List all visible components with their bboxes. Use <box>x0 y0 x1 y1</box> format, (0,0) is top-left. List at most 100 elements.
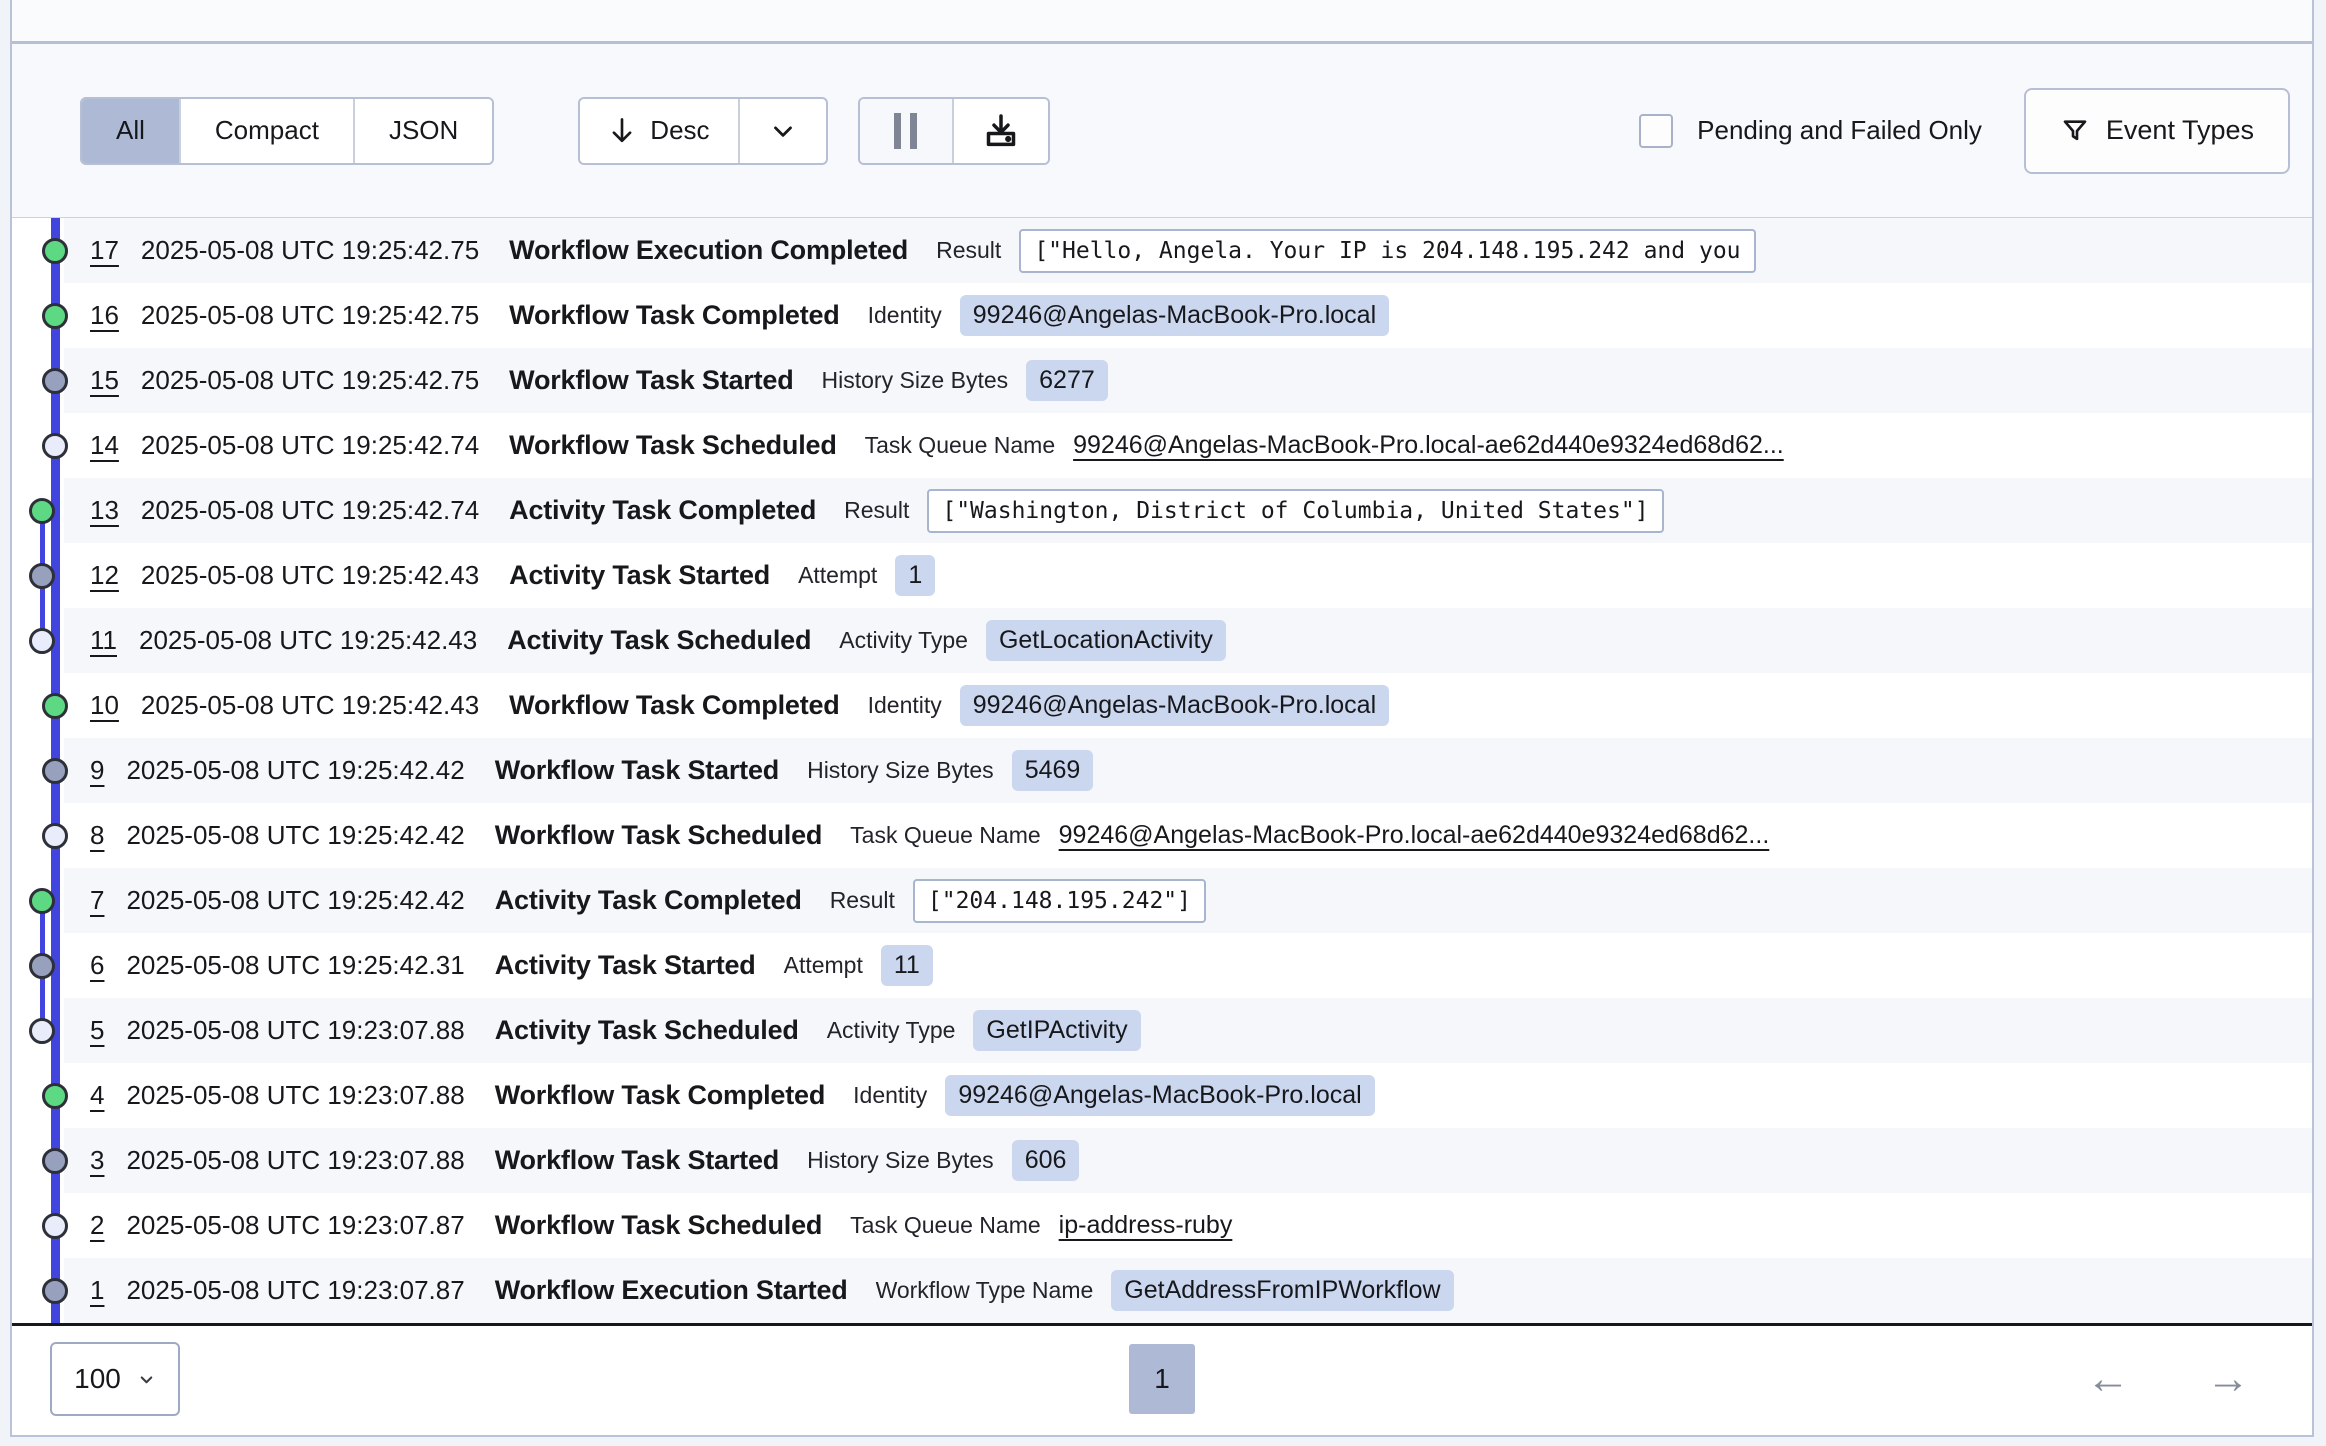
event-row[interactable]: 1 2025-05-08 UTC 19:23:07.87 Workflow Ex… <box>12 1258 2312 1323</box>
chevron-down-icon <box>768 116 798 146</box>
task-queue-link[interactable]: ip-address-ruby <box>1059 1211 1233 1240</box>
event-timestamp: 2025-05-08 UTC 19:25:42.74 <box>141 430 479 461</box>
event-id-link[interactable]: 1 <box>90 1275 104 1306</box>
event-name: Activity Task Started <box>495 950 756 981</box>
event-row[interactable]: 16 2025-05-08 UTC 19:25:42.75 Workflow T… <box>12 283 2312 348</box>
event-row[interactable]: 5 2025-05-08 UTC 19:23:07.88 Activity Ta… <box>12 998 2312 1063</box>
event-detail-badge: 6277 <box>1026 360 1108 401</box>
pause-button[interactable] <box>860 99 954 163</box>
event-id-link[interactable]: 9 <box>90 755 104 786</box>
event-timestamp: 2025-05-08 UTC 19:25:42.42 <box>126 755 464 786</box>
filter-funnel-icon <box>2060 116 2090 146</box>
event-detail-label: History Size Bytes <box>807 757 994 784</box>
event-name: Activity Task Completed <box>495 885 802 916</box>
current-page-indicator[interactable]: 1 <box>1129 1344 1195 1414</box>
event-id-link[interactable]: 17 <box>90 235 119 266</box>
event-detail-code: ["Washington, District of Columbia, Unit… <box>927 489 1663 533</box>
page-size-select[interactable]: 100 <box>50 1342 180 1416</box>
event-timestamp: 2025-05-08 UTC 19:25:42.43 <box>141 690 479 721</box>
event-detail-badge: 99246@Angelas-MacBook-Pro.local <box>960 295 1389 336</box>
event-types-label: Event Types <box>2106 115 2254 146</box>
task-queue-link[interactable]: 99246@Angelas-MacBook-Pro.local-ae62d440… <box>1059 821 1770 850</box>
event-timestamp: 2025-05-08 UTC 19:23:07.88 <box>126 1015 464 1046</box>
event-timestamp: 2025-05-08 UTC 19:25:42.75 <box>141 300 479 331</box>
event-row[interactable]: 11 2025-05-08 UTC 19:25:42.43 Activity T… <box>12 608 2312 673</box>
event-name: Workflow Execution Started <box>495 1275 848 1306</box>
playback-download-group <box>858 97 1050 165</box>
event-detail-badge: 5469 <box>1012 750 1094 791</box>
event-row[interactable]: 6 2025-05-08 UTC 19:25:42.31 Activity Ta… <box>12 933 2312 998</box>
event-timestamp: 2025-05-08 UTC 19:25:42.74 <box>141 495 479 526</box>
sort-desc-button[interactable]: Desc <box>580 99 739 163</box>
event-id-link[interactable]: 10 <box>90 690 119 721</box>
event-name: Workflow Execution Completed <box>509 235 908 266</box>
tab-json[interactable]: JSON <box>355 99 492 163</box>
event-id-link[interactable]: 11 <box>90 625 117 656</box>
event-timestamp: 2025-05-08 UTC 19:25:42.75 <box>141 235 479 266</box>
arrow-down-icon <box>608 116 636 146</box>
event-row[interactable]: 9 2025-05-08 UTC 19:25:42.42 Workflow Ta… <box>12 738 2312 803</box>
event-list: 17 2025-05-08 UTC 19:25:42.75 Workflow E… <box>12 218 2312 1323</box>
event-row[interactable]: 7 2025-05-08 UTC 19:25:42.42 Activity Ta… <box>12 868 2312 933</box>
event-name: Activity Task Scheduled <box>495 1015 799 1046</box>
event-history-toolbar: All Compact JSON Desc <box>12 44 2312 218</box>
event-name: Workflow Task Completed <box>509 300 839 331</box>
event-timestamp: 2025-05-08 UTC 19:23:07.88 <box>126 1080 464 1111</box>
event-row[interactable]: 4 2025-05-08 UTC 19:23:07.88 Workflow Ta… <box>12 1063 2312 1128</box>
event-id-link[interactable]: 2 <box>90 1210 104 1241</box>
task-queue-link[interactable]: 99246@Angelas-MacBook-Pro.local-ae62d440… <box>1073 431 1784 460</box>
event-row[interactable]: 8 2025-05-08 UTC 19:25:42.42 Workflow Ta… <box>12 803 2312 868</box>
event-timestamp: 2025-05-08 UTC 19:25:42.43 <box>139 625 477 656</box>
event-row[interactable]: 2 2025-05-08 UTC 19:23:07.87 Workflow Ta… <box>12 1193 2312 1258</box>
event-timestamp: 2025-05-08 UTC 19:25:42.75 <box>141 365 479 396</box>
event-history-panel: All Compact JSON Desc <box>10 0 2314 1437</box>
event-detail-code: ["Hello, Angela. Your IP is 204.148.195.… <box>1019 229 1755 273</box>
event-detail-badge: GetAddressFromIPWorkflow <box>1111 1270 1453 1311</box>
event-id-link[interactable]: 6 <box>90 950 104 981</box>
event-id-link[interactable]: 15 <box>90 365 119 396</box>
sort-desc-label: Desc <box>650 115 709 146</box>
download-icon <box>981 111 1021 151</box>
event-detail-badge: 1 <box>895 555 935 596</box>
event-detail-badge: 606 <box>1012 1140 1080 1181</box>
event-id-link[interactable]: 3 <box>90 1145 104 1176</box>
event-row[interactable]: 10 2025-05-08 UTC 19:25:42.43 Workflow T… <box>12 673 2312 738</box>
event-name: Workflow Task Started <box>509 365 793 396</box>
event-detail-label: Task Queue Name <box>850 1212 1040 1239</box>
event-detail-label: Result <box>844 497 909 524</box>
pagination-bar: 100 1 ← → <box>12 1326 2312 1432</box>
event-row[interactable]: 17 2025-05-08 UTC 19:25:42.75 Workflow E… <box>12 218 2312 283</box>
event-timestamp: 2025-05-08 UTC 19:23:07.88 <box>126 1145 464 1176</box>
event-types-button[interactable]: Event Types <box>2024 88 2290 174</box>
tab-all[interactable]: All <box>82 99 181 163</box>
download-button[interactable] <box>954 99 1048 163</box>
event-name: Workflow Task Scheduled <box>495 1210 822 1241</box>
event-row[interactable]: 3 2025-05-08 UTC 19:23:07.88 Workflow Ta… <box>12 1128 2312 1193</box>
event-row[interactable]: 12 2025-05-08 UTC 19:25:42.43 Activity T… <box>12 543 2312 608</box>
event-row[interactable]: 14 2025-05-08 UTC 19:25:42.74 Workflow T… <box>12 413 2312 478</box>
event-detail-label: Attempt <box>784 952 863 979</box>
event-id-link[interactable]: 7 <box>90 885 104 916</box>
event-id-link[interactable]: 16 <box>90 300 119 331</box>
event-id-link[interactable]: 13 <box>90 495 119 526</box>
tab-compact[interactable]: Compact <box>181 99 355 163</box>
pending-failed-checkbox[interactable] <box>1639 114 1673 148</box>
event-timestamp: 2025-05-08 UTC 19:25:42.43 <box>141 560 479 591</box>
event-id-link[interactable]: 12 <box>90 560 119 591</box>
event-timestamp: 2025-05-08 UTC 19:25:42.31 <box>126 950 464 981</box>
event-name: Activity Task Completed <box>509 495 816 526</box>
event-detail-label: Activity Type <box>827 1017 956 1044</box>
event-row[interactable]: 15 2025-05-08 UTC 19:25:42.75 Workflow T… <box>12 348 2312 413</box>
event-detail-badge: GetIPActivity <box>973 1010 1140 1051</box>
arrow-right-icon[interactable]: → <box>2206 1357 2250 1401</box>
event-name: Workflow Task Completed <box>509 690 839 721</box>
arrow-left-icon[interactable]: ← <box>2086 1357 2130 1401</box>
event-row[interactable]: 13 2025-05-08 UTC 19:25:42.74 Activity T… <box>12 478 2312 543</box>
event-detail-label: Identity <box>868 302 942 329</box>
event-id-link[interactable]: 5 <box>90 1015 104 1046</box>
sort-options-button[interactable] <box>740 99 826 163</box>
event-detail-label: History Size Bytes <box>807 1147 994 1174</box>
event-id-link[interactable]: 4 <box>90 1080 104 1111</box>
event-id-link[interactable]: 14 <box>90 430 119 461</box>
event-id-link[interactable]: 8 <box>90 820 104 851</box>
